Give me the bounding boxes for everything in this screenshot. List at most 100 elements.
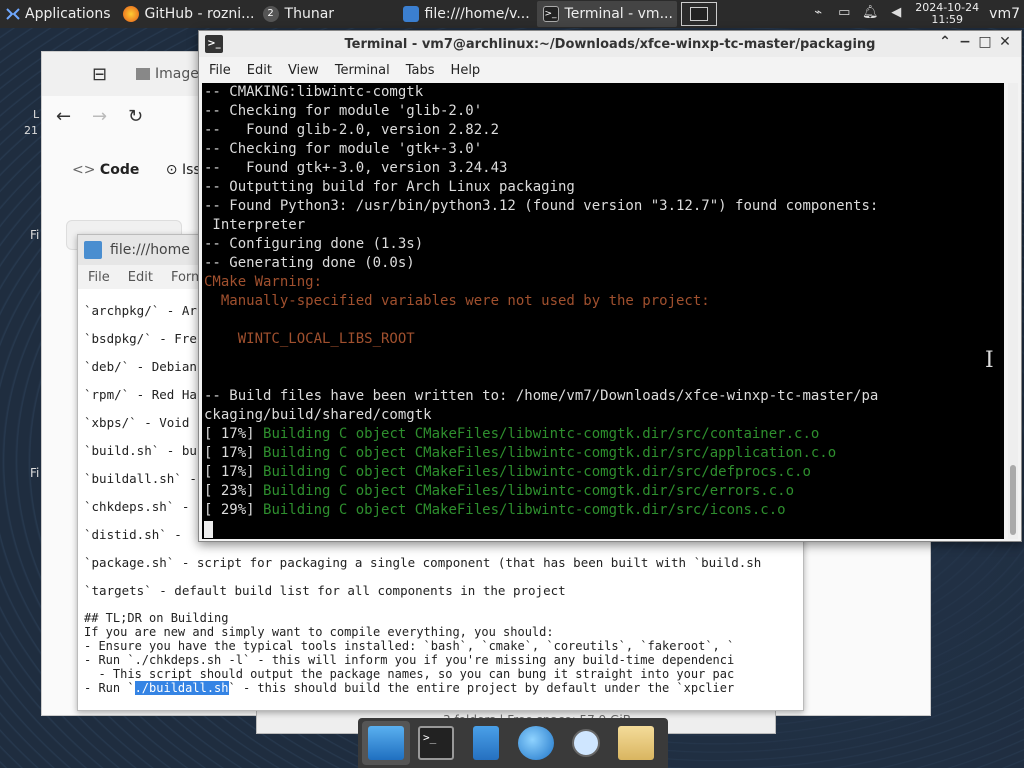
terminal-menu-help[interactable]: Help xyxy=(451,63,481,78)
terminal-icon: >_ xyxy=(418,726,454,760)
editor-line: `deb/` - Debian xyxy=(84,359,197,374)
dock-terminal[interactable]: >_ xyxy=(412,721,460,765)
reload-icon[interactable]: ↻ xyxy=(128,106,143,127)
terminal-line-text: Building C object CMakeFiles/libwintc-co… xyxy=(263,464,811,480)
terminal-line-text: -- Generating done (0.0s) xyxy=(204,255,415,271)
terminal-line-text: -- Checking for module 'gtk+-3.0' xyxy=(204,141,483,157)
web-browser-icon xyxy=(518,726,554,760)
mousepad-icon xyxy=(402,6,419,22)
terminal-line: -- Found gtk+-3.0, version 3.24.43 xyxy=(202,159,1004,178)
xfce-logo-icon xyxy=(6,8,20,20)
applications-label: Applications xyxy=(25,6,111,22)
editor-title: file:///home xyxy=(110,242,190,258)
mouse-ibeam-cursor: I xyxy=(985,348,994,373)
minimize-icon[interactable]: − xyxy=(955,34,975,50)
scrollbar-thumb[interactable] xyxy=(1010,465,1016,535)
editor-code-line: If you are new and simply want to compil… xyxy=(84,625,554,639)
editor-menu-file[interactable]: File xyxy=(88,270,110,285)
task-label: GitHub - rozni... xyxy=(144,6,255,22)
terminal-line: -- CMAKING:libwintc-comgtk xyxy=(202,83,1004,102)
terminal-line: -- Generating done (0.0s) xyxy=(202,254,1004,273)
terminal-prompt-line xyxy=(202,520,1004,539)
code-icon: <> xyxy=(72,162,96,178)
terminal-cursor xyxy=(204,520,213,538)
volume-icon[interactable]: ◀ xyxy=(887,5,905,23)
progress-prefix: [ 17%] xyxy=(204,464,264,480)
dock-folder[interactable] xyxy=(612,721,660,765)
task-mousepad[interactable]: file:///home/v... xyxy=(397,1,537,27)
editor-line: `targets` - default build list for all c… xyxy=(84,583,566,598)
terminal-line-text: Building C object CMakeFiles/libwintc-co… xyxy=(263,445,837,461)
close-icon[interactable]: ✕ xyxy=(995,34,1015,50)
tab-issues[interactable]: ⊙ Iss xyxy=(166,162,201,178)
terminal-line: [ 17%] Building C object CMakeFiles/libw… xyxy=(202,425,1004,444)
terminal-menu-tabs[interactable]: Tabs xyxy=(406,63,435,78)
task-terminal[interactable]: >_ Terminal - vm... xyxy=(536,1,677,27)
issue-icon: ⊙ xyxy=(165,162,178,178)
code-text: - Run ` xyxy=(84,681,135,695)
tab-code[interactable]: <> Code xyxy=(72,162,139,178)
back-icon[interactable]: ← xyxy=(56,106,71,127)
maximize-icon[interactable]: □ xyxy=(975,34,995,50)
workspace-switcher[interactable] xyxy=(680,2,717,26)
mousepad-icon xyxy=(84,241,102,259)
terminal-line: -- Found glib-2.0, version 2.82.2 xyxy=(202,121,1004,140)
editor-code-line: ## TL;DR on Building xyxy=(84,611,229,625)
browser-tab[interactable]: Image xyxy=(136,66,199,82)
dock-app-finder[interactable] xyxy=(562,721,610,765)
terminal-line: ckaging/build/shared/comgtk xyxy=(202,406,1004,425)
applications-menu[interactable]: Applications xyxy=(0,0,117,28)
terminal-line: -- Found Python3: /usr/bin/python3.12 (f… xyxy=(202,197,1004,216)
network-disabled-icon[interactable]: ⌁ xyxy=(809,5,827,23)
terminal-menu-file[interactable]: File xyxy=(209,63,231,78)
forward-icon[interactable]: → xyxy=(92,106,107,127)
editor-code-line: - Run `./chkdeps.sh -l` - this will info… xyxy=(84,653,735,667)
maximize-up-icon[interactable]: ⌃ xyxy=(935,34,955,50)
terminal-scrollbar[interactable] xyxy=(1008,83,1018,539)
terminal-line: -- Checking for module 'gtk+-3.0' xyxy=(202,140,1004,159)
terminal-line-text: Manually-specified variables were not us… xyxy=(204,293,710,309)
terminal-menu-view[interactable]: View xyxy=(288,63,319,78)
terminal-line-text: Building C object CMakeFiles/libwintc-co… xyxy=(263,426,820,442)
terminal-screen[interactable]: -- CMAKING:libwintc-comgtk -- Checking fo… xyxy=(202,83,1004,539)
user-menu[interactable]: vm7 xyxy=(985,6,1024,22)
editor-code-line: - Run `./buildall.sh` - this should buil… xyxy=(84,681,734,695)
task-github[interactable]: GitHub - rozni... xyxy=(117,1,257,27)
terminal-line-text: -- Found glib-2.0, version 2.82.2 xyxy=(204,122,500,138)
editor-menu-edit[interactable]: Edit xyxy=(128,270,153,285)
terminal-titlebar[interactable]: >_ Terminal - vm7@archlinux:~/Downloads/… xyxy=(199,31,1021,57)
editor-line: `xbps/` - Void xyxy=(84,415,190,430)
code-text: ` - this should build the entire project… xyxy=(228,681,735,695)
editor-line: `archpkg/` - Ar xyxy=(84,303,197,318)
dock-file-manager[interactable] xyxy=(462,721,510,765)
terminal-line: -- Checking for module 'glib-2.0' xyxy=(202,102,1004,121)
battery-icon[interactable]: ▭ xyxy=(835,5,853,23)
browser-tab-label: Image xyxy=(155,66,199,82)
terminal-menu-edit[interactable]: Edit xyxy=(247,63,272,78)
clock[interactable]: 2024-10-24 11:59 xyxy=(915,2,979,26)
desktop-fragment: 21 xyxy=(24,124,38,137)
terminal-line-text: -- Found Python3: /usr/bin/python3.12 (f… xyxy=(204,198,879,214)
task-label: Terminal - vm... xyxy=(564,6,673,22)
task-label: Thunar xyxy=(284,6,335,22)
editor-line: `build.sh` - bu xyxy=(84,443,197,458)
tab-overview-icon[interactable]: ⊟ xyxy=(92,64,107,85)
repo-tabs: <> Code ⊙ Iss xyxy=(72,162,201,178)
dock-web-browser[interactable] xyxy=(512,721,560,765)
terminal-line-text: -- Build files have been written to: /ho… xyxy=(204,388,879,404)
file-manager-icon xyxy=(473,726,499,760)
terminal-line-text: ckaging/build/shared/comgtk xyxy=(204,407,432,423)
terminal-line-text: -- Configuring done (1.3s) xyxy=(204,236,424,252)
dock-show-desktop[interactable] xyxy=(362,721,410,765)
notifications-bell-icon[interactable]: 🔔︎ xyxy=(861,5,879,23)
task-thunar[interactable]: 2 Thunar xyxy=(257,1,397,27)
terminal-line-text: -- Found gtk+-3.0, version 3.24.43 xyxy=(204,160,508,176)
firefox-icon xyxy=(122,6,139,22)
app-finder-icon xyxy=(572,729,600,757)
desktop-fragment: Fi xyxy=(30,466,40,480)
selected-text: ./buildall.sh xyxy=(134,681,229,695)
terminal-icon: >_ xyxy=(205,35,223,53)
terminal-menu-terminal[interactable]: Terminal xyxy=(335,63,390,78)
terminal-line: Manually-specified variables were not us… xyxy=(202,292,1004,311)
